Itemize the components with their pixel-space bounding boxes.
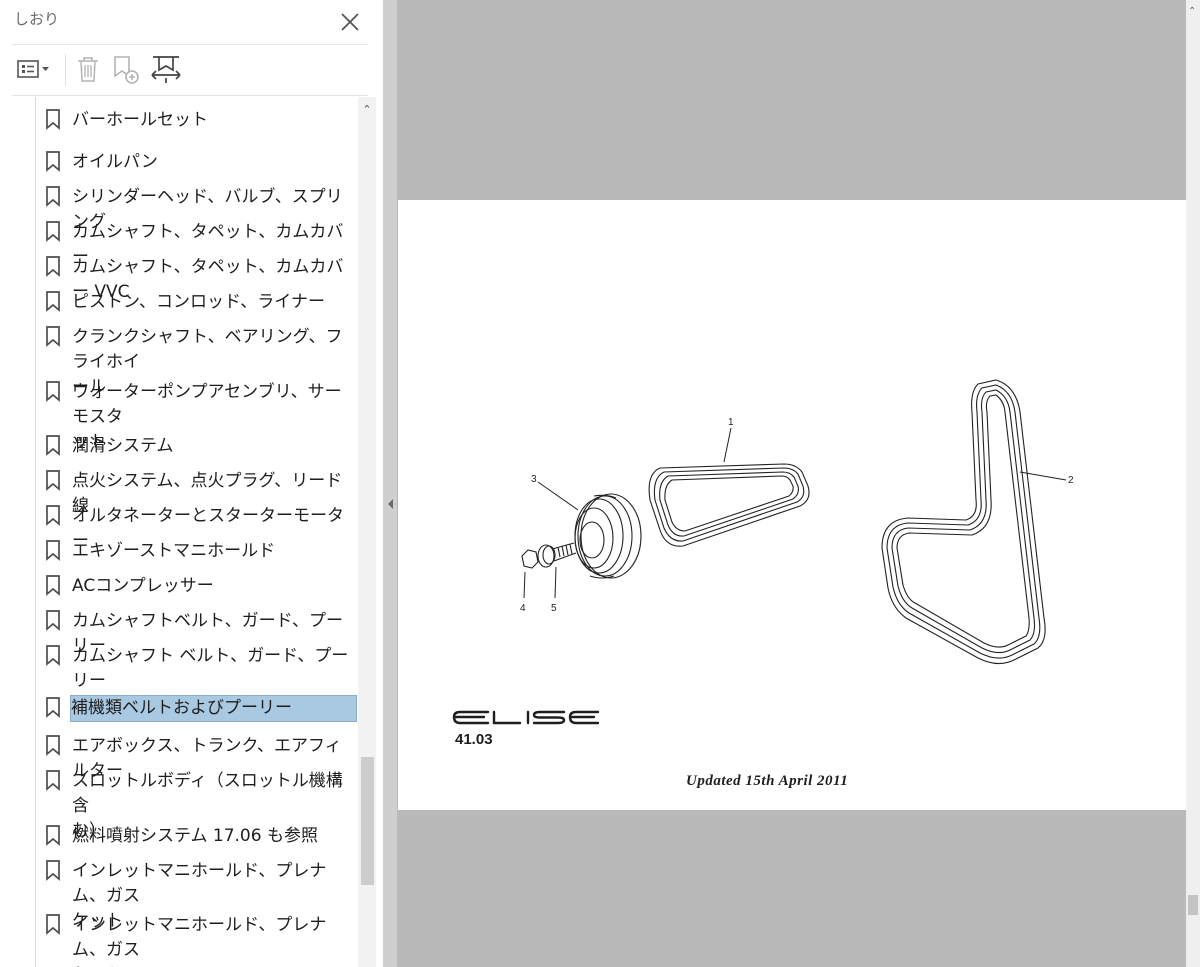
- belt-2: [881, 379, 1046, 665]
- bookmark-tree: バーホールセット オイルパン シリンダーヘッド、バルブ、スプリング カムシャフト、タペ…: [0, 97, 360, 967]
- bookmark-icon: [46, 540, 60, 561]
- tree-guide-line: [35, 97, 36, 967]
- belt-pulley-diagram: 1 2 3 4 5: [452, 379, 1074, 725]
- expand-bookmark-icon[interactable]: [150, 54, 182, 84]
- bookmark-icon: [46, 109, 60, 130]
- document-page: 1 2 3 4 5 41.03 Updated 15th April 2011: [398, 200, 1186, 810]
- bookmark-label: ACコンプレッサー: [72, 576, 214, 596]
- bookmark-icon: [46, 735, 60, 756]
- bookmark-icon: [46, 256, 60, 277]
- page-number: 41.03: [455, 731, 493, 748]
- bookmark-icon: [46, 151, 60, 172]
- callout-3: 3: [531, 474, 537, 485]
- bookmark-icon: [46, 914, 60, 935]
- callout-4: 4: [520, 603, 526, 614]
- trash-icon[interactable]: [74, 54, 102, 84]
- close-icon[interactable]: [338, 10, 362, 34]
- bookmark-icon: [46, 435, 60, 456]
- bookmark-label: オイルパン: [72, 152, 158, 172]
- options-icon[interactable]: [16, 54, 56, 84]
- bookmark-icon: [46, 575, 60, 596]
- bookmark-label: エキゾーストマニホールド: [72, 541, 276, 561]
- scrollbar-thumb[interactable]: [361, 757, 374, 885]
- bookmark-icon: [46, 770, 60, 791]
- bookmark-icon: [46, 505, 60, 526]
- bookmark-icon: [46, 610, 60, 631]
- scroll-up-icon[interactable]: ⌃: [360, 103, 374, 117]
- pulley-3: [574, 493, 642, 579]
- bookmarks-panel: しおり バーホールセット オイルパン シリンダーヘッド、バルブ、スプリング カムシャフ…: [0, 0, 383, 967]
- scroll-up-icon[interactable]: ⌃: [1188, 6, 1196, 17]
- bookmark-icon: [46, 326, 60, 347]
- bookmark-icon: [46, 291, 60, 312]
- collapse-left-icon[interactable]: [386, 497, 394, 511]
- panel-title: しおり: [14, 10, 60, 28]
- bookmark-icon: [46, 860, 60, 881]
- bolt-4-washer-5: [521, 542, 577, 569]
- bookmark-label: 燃料噴射システム 17.06 も参照: [72, 826, 318, 846]
- divider: [12, 95, 368, 96]
- bookmark-icon: [46, 221, 60, 242]
- scrollbar-thumb[interactable]: [1188, 895, 1198, 915]
- divider: [12, 44, 368, 45]
- bookmark-label: インレットマニホールド、プレナム、ガス ケット VVC: [72, 915, 327, 967]
- bookmark-icon: [46, 645, 60, 666]
- bookmark-icon: [46, 470, 60, 491]
- bookmarks-scrollbar[interactable]: ⌃: [358, 97, 376, 967]
- callout-5: 5: [551, 603, 557, 614]
- bookmark-icon: [46, 186, 60, 207]
- bookmark-label: バーホールセット: [72, 110, 208, 130]
- bookmark-label: 補機類ベルトおよびプーリー: [70, 695, 357, 722]
- document-scrollbar[interactable]: ⌃: [1186, 0, 1200, 967]
- callout-2: 2: [1068, 475, 1074, 486]
- bookmark-icon: [46, 697, 60, 718]
- toolbar-separator: [65, 54, 66, 86]
- callout-1: 1: [728, 417, 734, 428]
- bookmark-label: ピストン、コンロッド、ライナー: [72, 292, 325, 312]
- bookmark-icon: [46, 381, 60, 402]
- panel-splitter[interactable]: [383, 0, 397, 967]
- updated-note: Updated 15th April 2011: [686, 773, 849, 789]
- bookmark-icon: [46, 825, 60, 846]
- belt-1: [648, 463, 810, 547]
- add-bookmark-icon[interactable]: [111, 54, 143, 84]
- elise-logo: [452, 710, 600, 725]
- bookmark-label: 潤滑システム: [72, 436, 174, 456]
